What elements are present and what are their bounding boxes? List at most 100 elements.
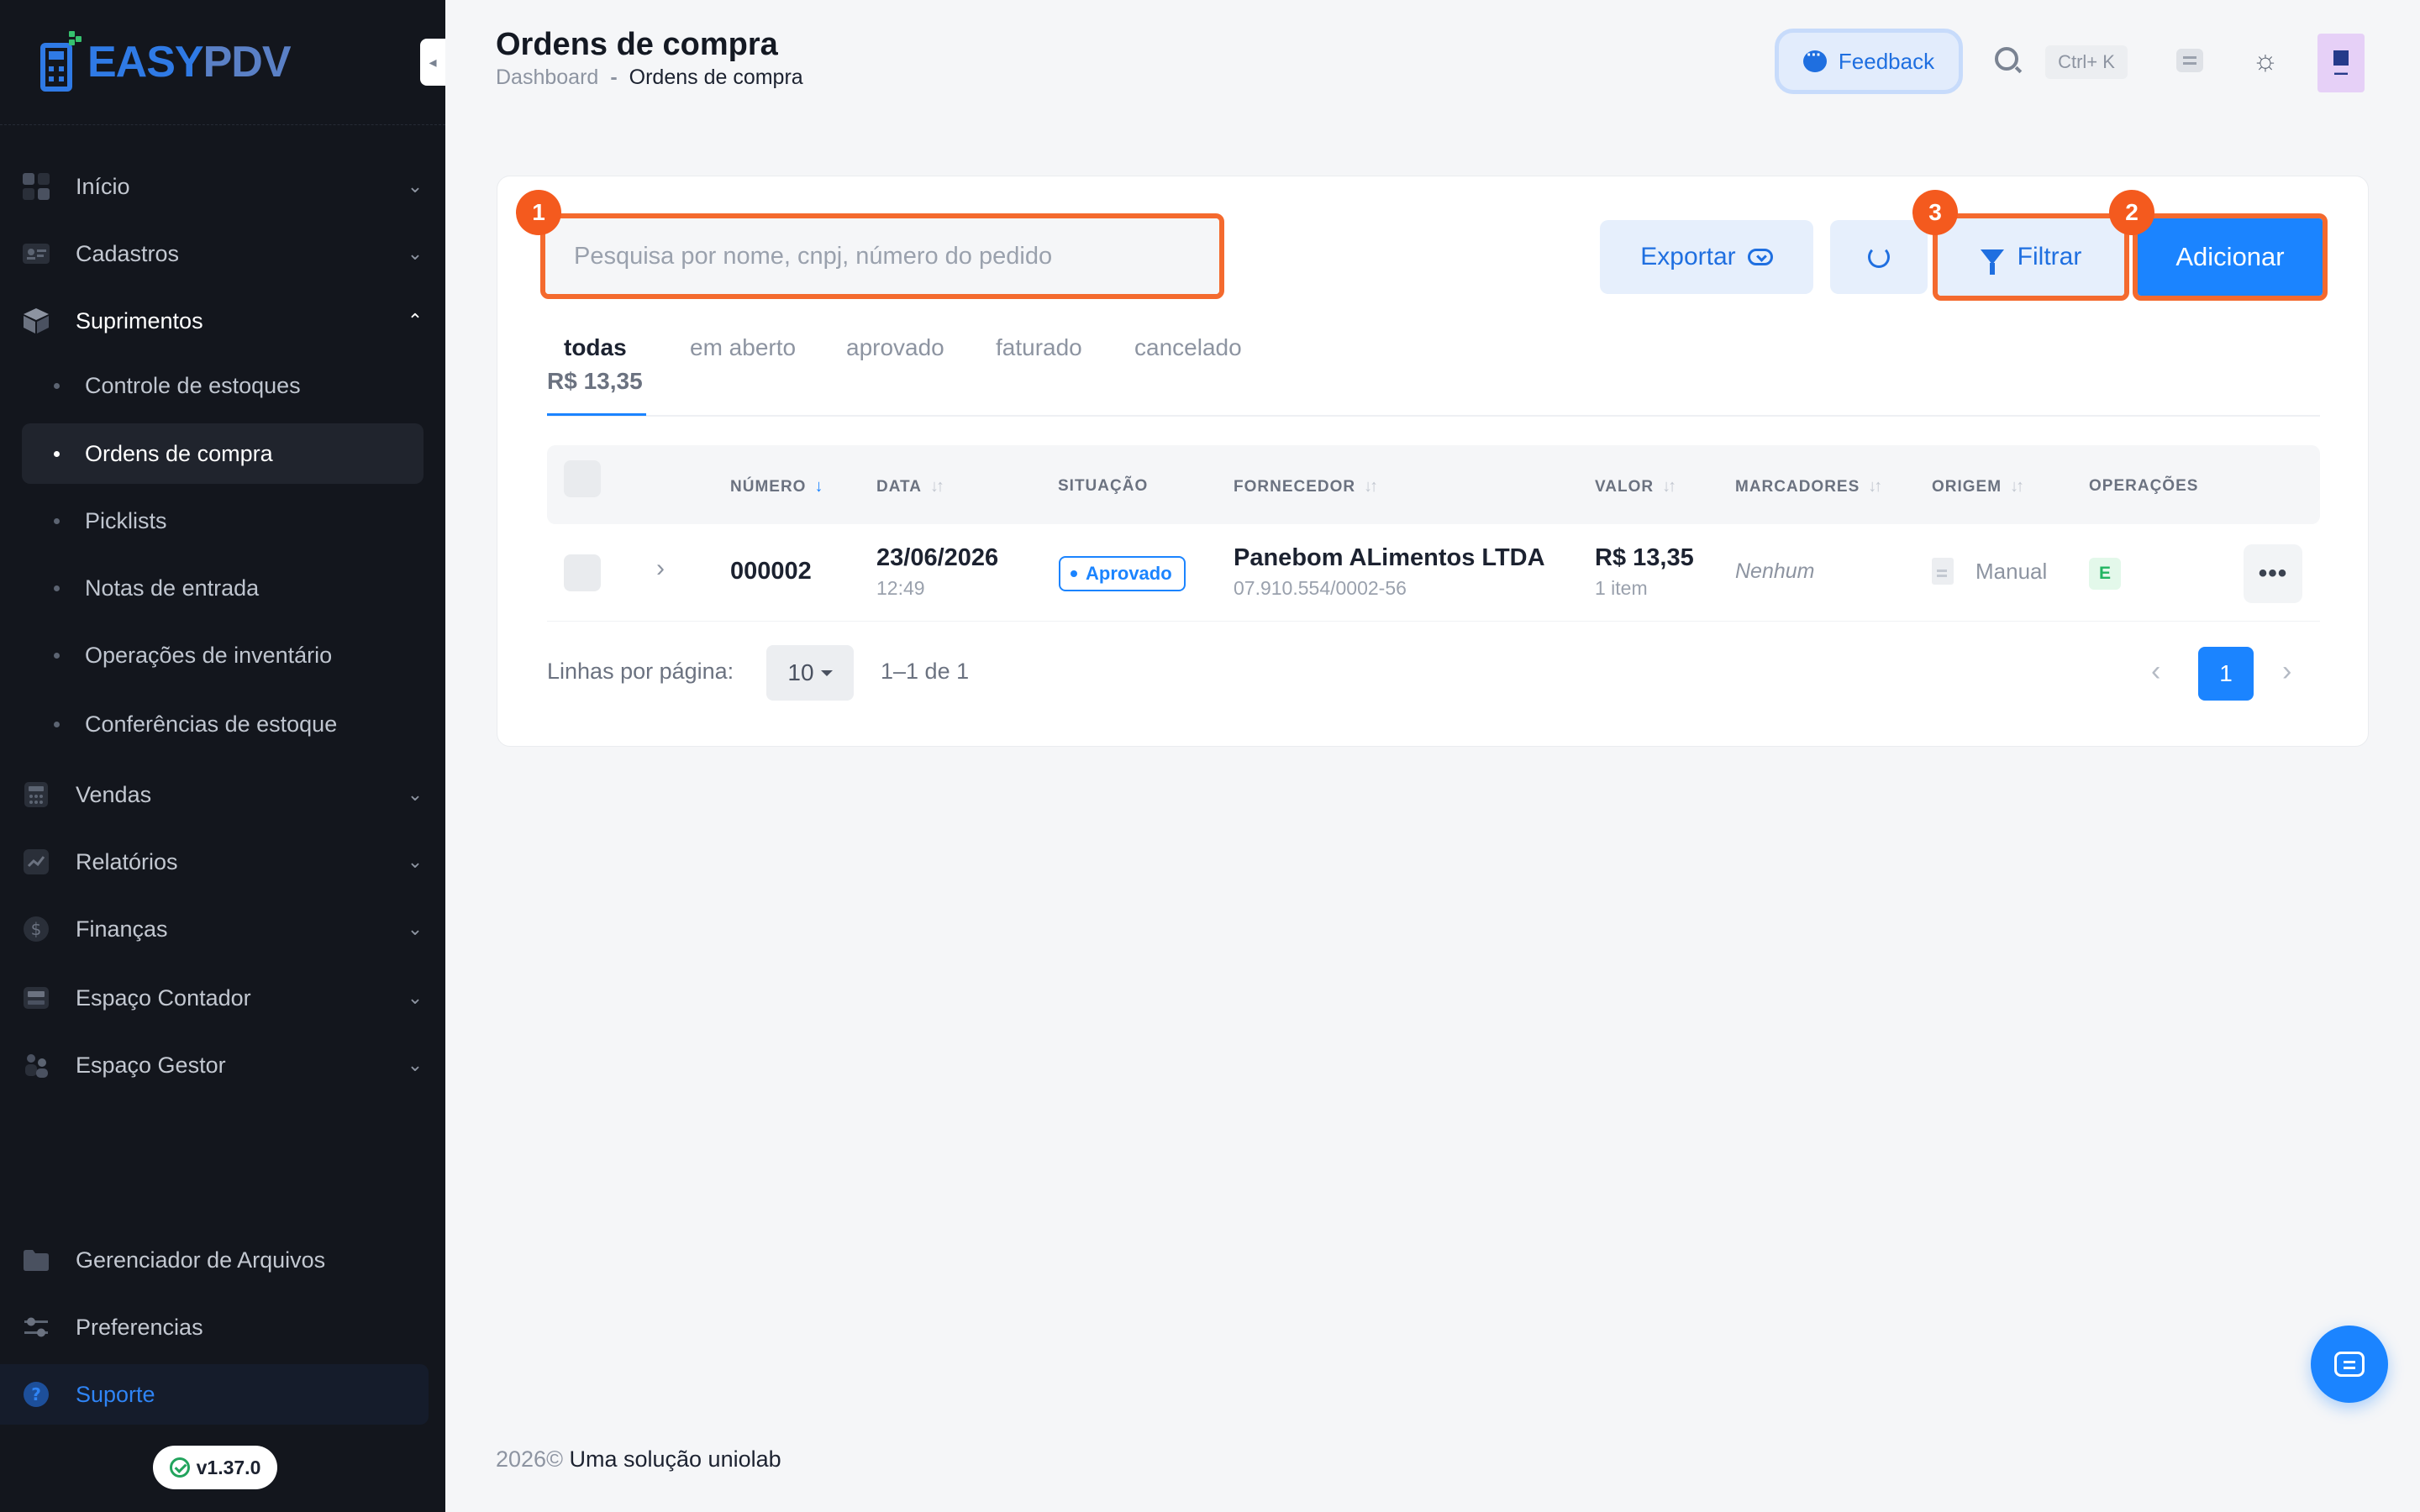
avatar[interactable]: ▬▬: [2317, 34, 2365, 92]
sidebar-subitem-operacoes-inventario[interactable]: Operações de inventário: [22, 625, 424, 685]
chevron-left-icon: ◂: [429, 53, 437, 71]
sidebar-subitem-picklists[interactable]: Picklists: [22, 491, 424, 551]
tab-em-aberto[interactable]: em aberto: [690, 334, 796, 361]
column-label: NÚMERO: [730, 477, 807, 496]
active-tab-indicator: [547, 413, 646, 416]
tab-cancelado[interactable]: cancelado: [1134, 334, 1242, 361]
version-badge: v1.37.0: [153, 1446, 277, 1489]
sidebar-subitem-notas-entrada[interactable]: Notas de entrada: [22, 558, 424, 618]
sidebar-item-espaco-contador[interactable]: Espaço Contador ⌄: [22, 973, 425, 1023]
logo[interactable]: EASYPDV: [37, 29, 292, 96]
sidebar-item-suporte[interactable]: ? Suporte: [0, 1364, 429, 1425]
column-numero[interactable]: NÚMERO ↓: [730, 477, 823, 496]
folder-icon: [22, 1246, 50, 1274]
select-all-checkbox[interactable]: [564, 460, 601, 497]
export-label: Exportar: [1640, 243, 1736, 270]
expand-row-icon[interactable]: ›: [656, 554, 665, 583]
sidebar-item-financas[interactable]: $ Finanças ⌄: [22, 904, 425, 954]
chevron-right-icon[interactable]: ›: [2282, 655, 2291, 688]
status-badge: Aprovado: [1059, 556, 1186, 591]
sidebar-item-label: Preferencias: [76, 1314, 203, 1340]
feedback-label: Feedback: [1838, 48, 1935, 74]
page-button-current[interactable]: 1: [2198, 647, 2254, 701]
chevron-left-icon[interactable]: ‹: [2151, 655, 2160, 688]
column-valor[interactable]: VALOR ↓↑: [1595, 477, 1676, 496]
rows-per-page-select[interactable]: 10: [766, 645, 854, 701]
column-fornecedor[interactable]: FORNECEDOR ↓↑: [1234, 477, 1378, 496]
column-data[interactable]: DATA ↓↑: [876, 477, 944, 496]
sidebar-divider: [0, 124, 445, 125]
sidebar-item-vendas[interactable]: Vendas ⌄: [22, 769, 425, 820]
sidebar-item-suprimentos[interactable]: Suprimentos ⌃: [22, 296, 425, 346]
operation-badge[interactable]: E: [2089, 558, 2121, 590]
svg-text:$: $: [31, 919, 42, 939]
sidebar-item-inicio[interactable]: Início ⌄: [22, 161, 425, 212]
row-checkbox[interactable]: [564, 554, 601, 591]
sidebar-item-cadastros[interactable]: Cadastros ⌄: [22, 228, 425, 279]
chevron-down-icon: ⌄: [407, 918, 424, 939]
filter-button[interactable]: Filtrar: [1938, 218, 2124, 296]
floating-chat-button[interactable]: [2311, 1326, 2388, 1403]
filter-label: Filtrar: [2017, 243, 2082, 270]
status-dot-icon: [1071, 570, 1077, 577]
search-input[interactable]: [545, 218, 1219, 294]
sort-icon: ↓↑: [1662, 477, 1676, 496]
rows-per-page-value: 10: [787, 659, 814, 685]
column-label: FORNECEDOR: [1234, 477, 1356, 496]
sidebar-item-label: Relatórios: [76, 848, 178, 874]
chat-icon[interactable]: [2176, 49, 2203, 72]
sidebar-subitem-ordens-compra[interactable]: Ordens de compra: [22, 423, 424, 484]
sidebar-collapse-button[interactable]: ◂: [420, 39, 445, 86]
column-origem[interactable]: ORIGEM ↓↑: [1932, 477, 2024, 496]
footer-text[interactable]: Uma solução uniolab: [569, 1446, 781, 1472]
sort-desc-icon: ↓: [814, 477, 823, 496]
tab-faturado[interactable]: faturado: [996, 334, 1082, 361]
company-logo-icon: [2333, 50, 2349, 66]
sidebar-item-preferencias[interactable]: Preferencias: [22, 1302, 425, 1352]
tab-todas-amount: R$ 13,35: [547, 368, 643, 394]
ellipsis-icon: •••: [2258, 559, 2288, 587]
column-label: MARCADORES: [1735, 477, 1860, 496]
bullet-icon: [54, 517, 60, 524]
people-icon: [22, 1051, 50, 1079]
export-button[interactable]: Exportar: [1600, 220, 1813, 294]
tab-todas[interactable]: todas: [564, 334, 627, 361]
annotation-marker-1: 1: [516, 190, 561, 235]
table-row[interactable]: › 000002 23/06/2026 12:49 Aprovado Paneb…: [547, 524, 2320, 622]
column-label: VALOR: [1595, 477, 1655, 496]
value-cell: R$ 13,35 1 item: [1595, 544, 1694, 600]
supplier-name[interactable]: Panebom ALimentos LTDA: [1234, 544, 1545, 572]
sidebar-item-gerenciador-arquivos[interactable]: Gerenciador de Arquivos: [22, 1235, 425, 1285]
order-item-count: 1 item: [1595, 577, 1648, 599]
origin-cell: Manual: [1932, 558, 2047, 585]
sun-icon[interactable]: ☼: [2252, 46, 2279, 75]
sidebar-subitem-controle-estoques[interactable]: Controle de estoques: [22, 355, 424, 416]
sidebar-item-relatorios[interactable]: Relatórios ⌄: [22, 837, 425, 887]
annotation-marker-2: 2: [2109, 190, 2154, 235]
search-shortcut[interactable]: Ctrl+ K: [2045, 45, 2128, 79]
sidebar-item-label: Gerenciador de Arquivos: [76, 1247, 326, 1273]
sidebar-subitem-conferencias-estoque[interactable]: Conferências de estoque: [22, 694, 424, 754]
breadcrumb-dashboard[interactable]: Dashboard: [496, 66, 598, 90]
order-number[interactable]: 000002: [730, 558, 812, 585]
add-button[interactable]: Adicionar: [2138, 218, 2323, 296]
sidebar-subitem-label: Ordens de compra: [85, 440, 273, 466]
message-bubble-icon: [1802, 46, 1827, 72]
search-icon[interactable]: [1995, 47, 2018, 71]
breadcrumb: Dashboard - Ordens de compra: [496, 66, 803, 90]
more-actions-button[interactable]: •••: [2244, 544, 2302, 603]
dollar-icon: $: [22, 915, 50, 943]
sidebar-subitem-label: Conferências de estoque: [85, 711, 338, 737]
pos-terminal-icon: [37, 31, 82, 93]
sort-icon: ↓↑: [1868, 477, 1882, 496]
feedback-button[interactable]: Feedback: [1775, 29, 1963, 94]
sidebar-item-espaco-gestor[interactable]: Espaço Gestor ⌄: [22, 1040, 425, 1090]
column-marcadores[interactable]: MARCADORES ↓↑: [1735, 477, 1882, 496]
footer: 2026© Uma solução uniolab: [496, 1446, 781, 1473]
refresh-button[interactable]: [1830, 220, 1928, 294]
chevron-down-icon: ⌄: [407, 987, 424, 1008]
sidebar-item-label: Espaço Contador: [76, 984, 251, 1011]
bullet-icon: [54, 652, 60, 659]
tab-aprovado[interactable]: aprovado: [846, 334, 944, 361]
chevron-down-icon: ⌄: [407, 243, 424, 264]
